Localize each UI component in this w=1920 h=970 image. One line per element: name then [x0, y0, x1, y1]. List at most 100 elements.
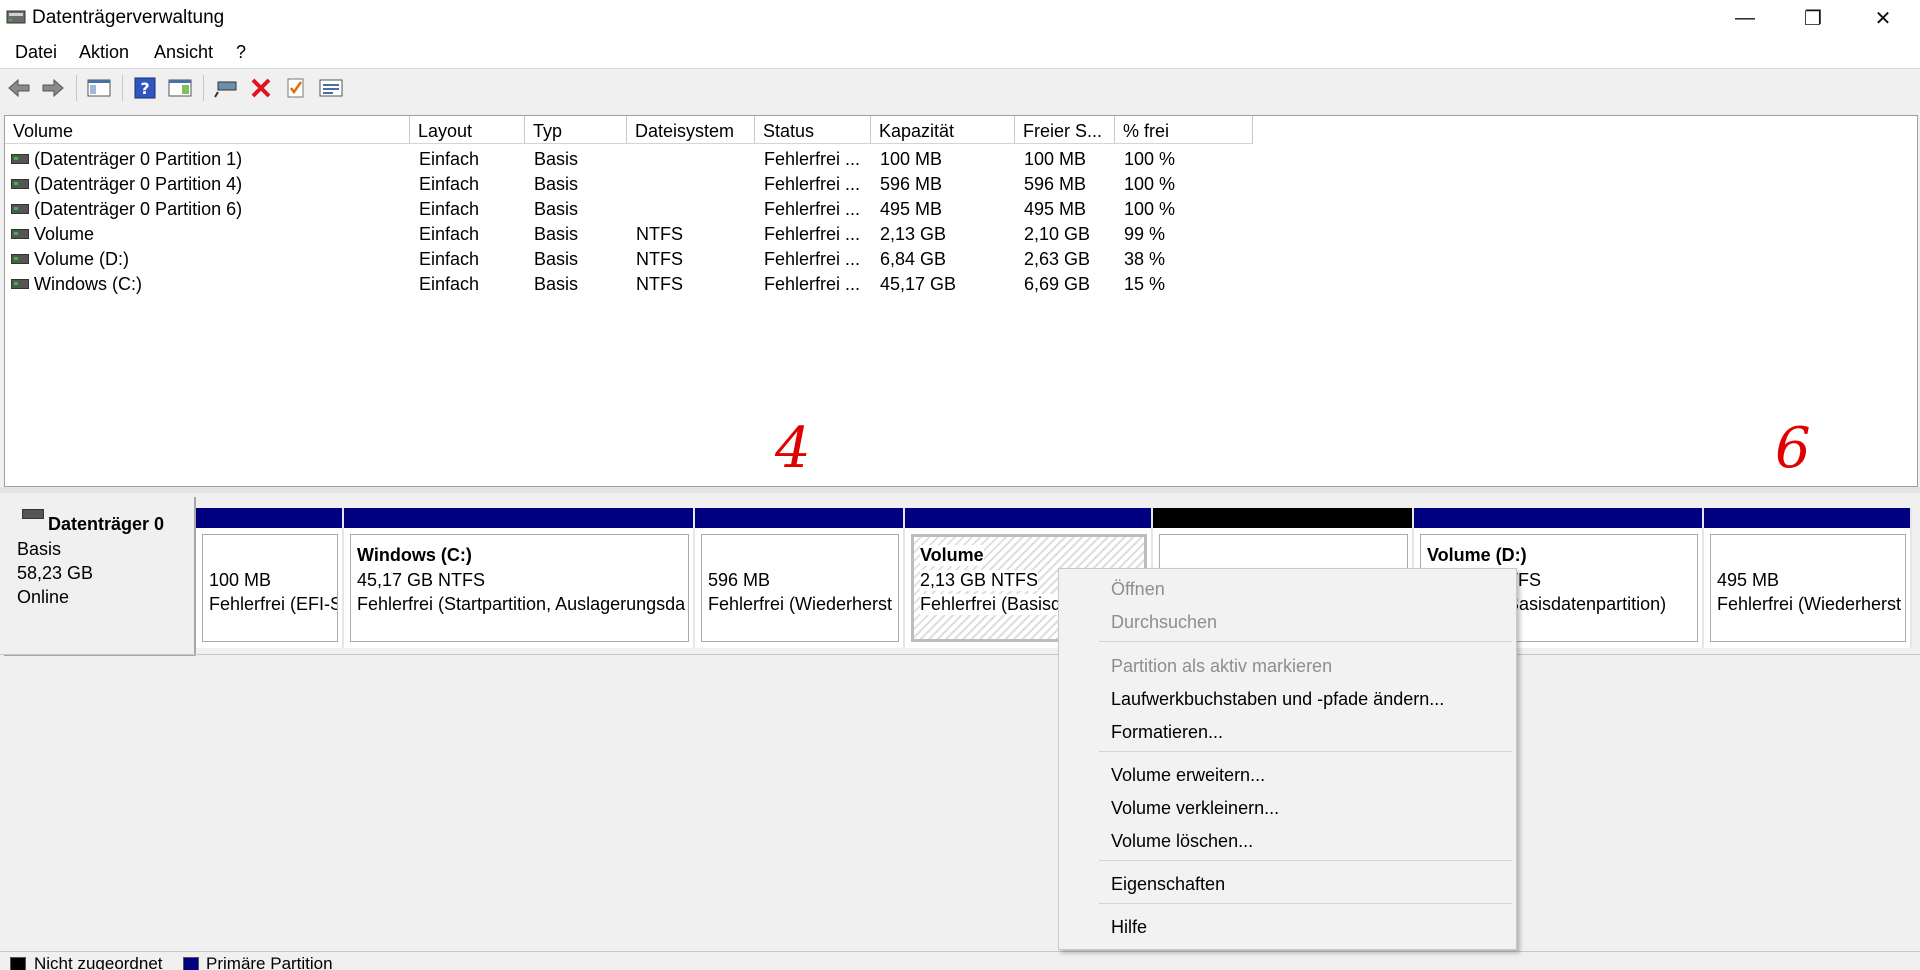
menu-item-properties[interactable]: Eigenschaften — [1111, 874, 1225, 895]
partition-bar — [1414, 508, 1702, 528]
cell-freier-speicher: 6,69 GB — [1024, 274, 1091, 294]
legend-unallocated: Nicht zugeordnet — [34, 954, 163, 970]
window-title: Datenträgerverwaltung — [32, 7, 225, 28]
close-button[interactable]: ✕ — [1848, 0, 1918, 36]
table-row[interactable]: (Datenträger 0 Partition 1) Einfach Basi… — [5, 148, 1305, 173]
cell-dateisystem: NTFS — [636, 249, 683, 269]
context-menu: Öffnen Durchsuchen Partition als aktiv m… — [1058, 568, 1517, 950]
menu-item-delete-volume[interactable]: Volume löschen... — [1111, 831, 1253, 852]
volume-icon — [11, 204, 29, 214]
help-icon[interactable]: ? — [132, 75, 158, 101]
cell-status: Fehlerfrei ... — [764, 249, 861, 269]
table-row[interactable]: Volume (D:) Einfach Basis NTFS Fehlerfre… — [5, 248, 1305, 273]
menu-separator — [1099, 860, 1512, 861]
cell-volume: (Datenträger 0 Partition 4) — [34, 174, 243, 194]
partition-recovery-2[interactable]: 495 MB Fehlerfrei (Wiederherst — [1704, 508, 1912, 648]
cell-volume: Volume — [34, 224, 95, 245]
menu-item-extend-volume[interactable]: Volume erweitern... — [1111, 765, 1265, 786]
partition-bar — [695, 508, 903, 528]
cell-prozent-frei: 15 % — [1124, 274, 1166, 294]
partition-size: 100 MB — [209, 570, 272, 590]
menu-help[interactable]: ? — [236, 42, 246, 63]
menu-item-change-drive-letter[interactable]: Laufwerkbuchstaben und -pfade ändern... — [1111, 689, 1444, 710]
partition-windows-c[interactable]: Windows (C:) 45,17 GB NTFS Fehlerfrei (S… — [344, 508, 695, 648]
properties-icon[interactable] — [318, 75, 344, 101]
cell-status: Fehlerfrei ... — [764, 174, 861, 194]
divider — [0, 654, 1920, 655]
menu-item-help[interactable]: Hilfe — [1111, 917, 1147, 938]
partition-status: Fehlerfrei (Startpartition, Auslagerungs… — [357, 594, 686, 614]
menu-item-format[interactable]: Formatieren... — [1111, 722, 1223, 743]
menu-separator — [1099, 751, 1512, 752]
cell-prozent-frei: 100 % — [1124, 149, 1176, 169]
action-pane-icon[interactable] — [167, 75, 193, 101]
column-header-dateisystem[interactable]: Dateisystem — [627, 116, 755, 144]
menu-separator — [1099, 641, 1512, 642]
column-header-kapazitaet[interactable]: Kapazität — [871, 116, 1015, 144]
table-row[interactable]: Windows (C:) Einfach Basis NTFS Fehlerfr… — [5, 273, 1305, 298]
cell-typ: Basis — [534, 249, 579, 269]
menu-item-shrink-volume[interactable]: Volume verkleinern... — [1111, 798, 1279, 819]
delete-icon[interactable] — [248, 75, 274, 101]
cell-prozent-frei: 99 % — [1124, 224, 1166, 244]
cell-layout: Einfach — [419, 274, 480, 294]
minimize-button[interactable]: — — [1710, 0, 1780, 36]
annotation-6: 6 — [1775, 416, 1811, 481]
table-row[interactable]: Volume Einfach Basis NTFS Fehlerfrei ...… — [5, 223, 1305, 248]
partition-size: 45,17 GB NTFS — [357, 570, 486, 590]
partition-status: Fehlerfrei (Basisda — [920, 594, 1072, 615]
back-icon[interactable] — [6, 75, 32, 101]
menu-ansicht[interactable]: Ansicht — [154, 42, 213, 63]
volume-list[interactable]: Volume Layout Typ Dateisystem Status Kap… — [4, 115, 1918, 487]
cell-volume: Windows (C:) — [34, 274, 143, 294]
cell-status: Fehlerfrei ... — [764, 224, 861, 244]
cell-freier-speicher: 2,10 GB — [1024, 224, 1091, 244]
cell-status: Fehlerfrei ... — [764, 199, 861, 219]
table-row[interactable]: (Datenträger 0 Partition 4) Einfach Basi… — [5, 173, 1305, 198]
volume-icon — [11, 279, 29, 289]
disk-icon — [22, 509, 44, 519]
disk-size: 58,23 GB — [17, 563, 94, 583]
disk-status: Online — [17, 587, 70, 607]
partition-efi[interactable]: 100 MB Fehlerfrei (EFI-S — [196, 508, 344, 648]
column-header-freier-speicher[interactable]: Freier S... — [1015, 116, 1115, 144]
connect-disk-icon[interactable] — [213, 75, 239, 101]
column-header-volume[interactable]: Volume — [5, 116, 410, 144]
cell-volume: (Datenträger 0 Partition 6) — [34, 199, 243, 219]
column-header-prozent-frei[interactable]: % frei — [1115, 116, 1253, 144]
column-header-typ[interactable]: Typ — [525, 116, 627, 144]
cell-dateisystem: NTFS — [636, 274, 683, 294]
check-icon[interactable] — [283, 75, 309, 101]
table-row[interactable]: (Datenträger 0 Partition 6) Einfach Basi… — [5, 198, 1305, 223]
volume-icon — [11, 179, 29, 189]
restore-button[interactable]: ❐ — [1778, 0, 1848, 36]
annotation-4: 4 — [775, 416, 811, 481]
cell-layout: Einfach — [419, 149, 480, 169]
menu-bar: Datei Aktion Ansicht ? — [0, 36, 1920, 69]
menu-datei[interactable]: Datei — [15, 42, 57, 63]
cell-typ: Basis — [534, 149, 579, 169]
partition-bar — [1704, 508, 1910, 528]
partition-status: Fehlerfrei (Wiederherst — [708, 594, 893, 614]
title-bar: Datenträgerverwaltung — ❐ ✕ — [0, 0, 1920, 36]
forward-icon[interactable] — [40, 75, 66, 101]
cell-kapazitaet: 495 MB — [880, 199, 943, 219]
disk-type: Basis — [17, 539, 62, 559]
cell-prozent-frei: 100 % — [1124, 174, 1176, 194]
cell-status: Fehlerfrei ... — [764, 274, 861, 294]
column-header-layout[interactable]: Layout — [410, 116, 525, 144]
menu-item-mark-active[interactable]: Partition als aktiv markieren — [1111, 656, 1332, 677]
svg-text:?: ? — [140, 79, 149, 98]
cell-volume: (Datenträger 0 Partition 1) — [34, 149, 243, 169]
partition-recovery-1[interactable]: 596 MB Fehlerfrei (Wiederherst — [695, 508, 905, 648]
column-header-status[interactable]: Status — [755, 116, 871, 144]
console-tree-icon[interactable] — [86, 75, 112, 101]
partition-status: Basisdatenpartition) — [1507, 594, 1667, 614]
menu-item-open[interactable]: Öffnen — [1111, 579, 1165, 600]
cell-status: Fehlerfrei ... — [764, 149, 861, 169]
menu-aktion[interactable]: Aktion — [79, 42, 129, 63]
pane-splitter[interactable] — [0, 487, 1920, 493]
menu-item-explore[interactable]: Durchsuchen — [1111, 612, 1217, 633]
cell-dateisystem: NTFS — [636, 224, 683, 244]
disk-0-label[interactable]: Datenträger 0 Basis 58,23 GB Online — [4, 497, 196, 656]
